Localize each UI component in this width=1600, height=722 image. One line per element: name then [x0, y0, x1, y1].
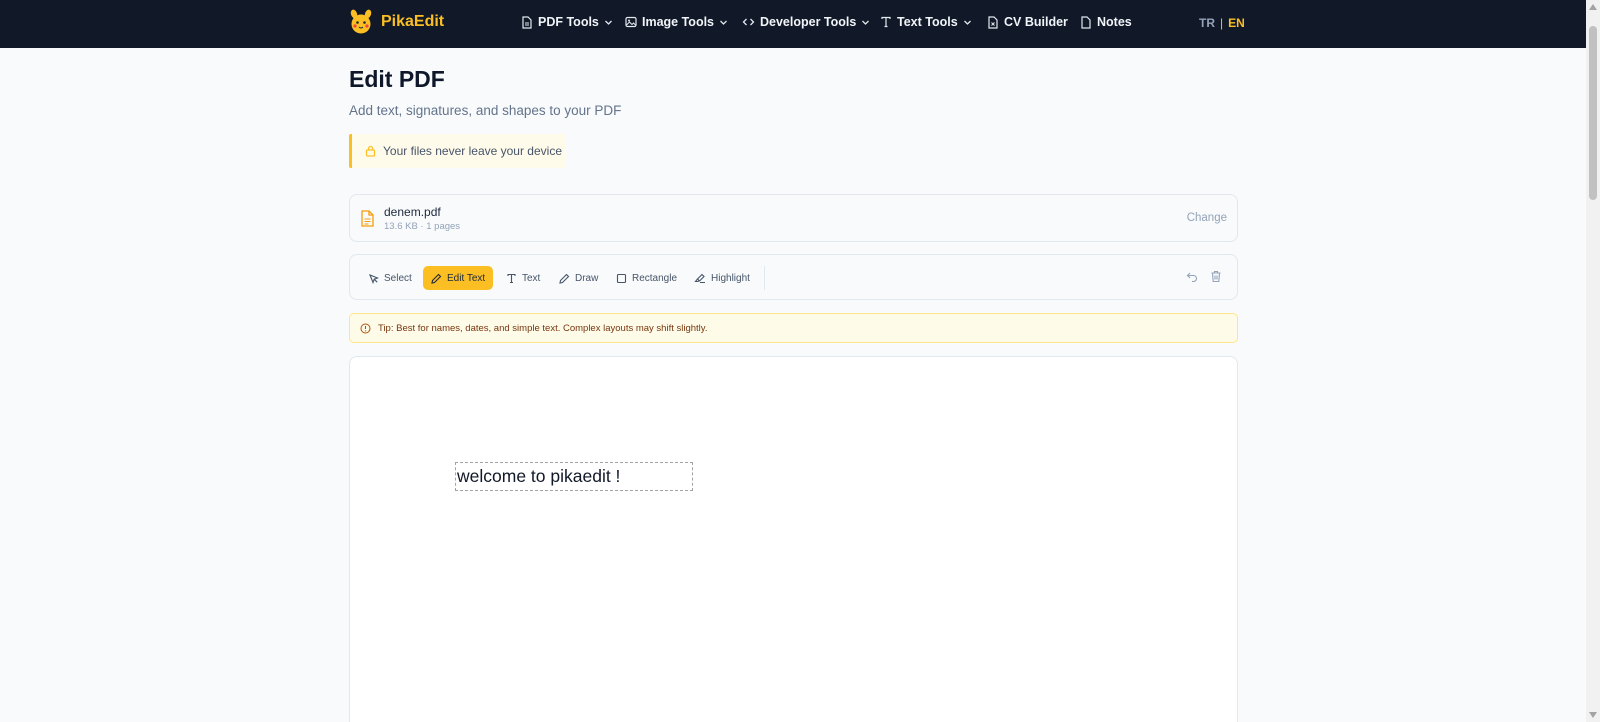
file-card: denem.pdf 13.6 KB · 1 pages Change: [349, 194, 1238, 242]
privacy-notice: Your files never leave your device: [349, 134, 565, 168]
nav-label: Image Tools: [642, 15, 715, 29]
tip-text: Tip: Best for names, dates, and simple t…: [378, 322, 708, 334]
image-icon: [625, 16, 637, 28]
chevron-down-icon: [862, 20, 870, 25]
nav-cv-builder[interactable]: CV Builder: [987, 15, 1068, 29]
undo-icon[interactable]: [1186, 270, 1198, 282]
tool-select[interactable]: Select: [360, 266, 420, 290]
file-meta: 13.6 KB · 1 pages: [384, 221, 461, 232]
tool-draw[interactable]: Draw: [551, 266, 606, 290]
nav-label: PDF Tools: [538, 15, 599, 29]
nav-notes[interactable]: Notes: [1080, 15, 1132, 29]
brand-name: PikaEdit: [381, 13, 445, 30]
privacy-text: Your files never leave your device: [383, 144, 562, 158]
highlighter-icon: [694, 273, 705, 283]
language-switcher: TR | EN: [1199, 16, 1245, 30]
tool-text[interactable]: Text: [498, 266, 548, 290]
change-file-button[interactable]: Change: [1187, 212, 1227, 224]
lang-en[interactable]: EN: [1228, 16, 1245, 30]
lang-separator: |: [1220, 16, 1224, 30]
editable-text-box[interactable]: welcome to pikaedit !: [455, 462, 693, 491]
chevron-down-icon: [720, 20, 727, 25]
tip-banner: Tip: Best for names, dates, and simple t…: [349, 313, 1238, 343]
pika-mascot-icon: [350, 9, 372, 34]
tool-label: Edit Text: [447, 272, 486, 284]
file-name: denem.pdf: [384, 205, 441, 219]
pencil-icon: [431, 273, 442, 284]
lock-icon: [365, 145, 376, 157]
file-icon: [522, 15, 532, 29]
top-navbar: PikaEdit PDF Tools Image Tools Developer…: [0, 0, 1600, 48]
chevron-down-icon: [963, 20, 971, 25]
nav-label: Notes: [1097, 15, 1132, 29]
brand-logo[interactable]: PikaEdit: [349, 9, 444, 35]
trash-icon[interactable]: [1210, 270, 1222, 283]
square-icon: [616, 273, 627, 283]
chevron-down-icon: [604, 20, 612, 25]
lang-tr[interactable]: TR: [1199, 16, 1215, 30]
edit-toolbar: Select Edit Text Text Draw Rectangle Hig…: [349, 254, 1238, 300]
scroll-up-arrow[interactable]: [1589, 4, 1597, 10]
document-icon: [361, 210, 374, 227]
code-icon: [742, 18, 755, 26]
nav-image-tools[interactable]: Image Tools: [625, 15, 728, 29]
page-scrollbar[interactable]: [1586, 0, 1600, 722]
type-icon: [507, 273, 516, 283]
nav-pdf-tools[interactable]: PDF Tools: [521, 15, 613, 29]
nav-label: Text Tools: [897, 15, 958, 29]
tool-label: Rectangle: [632, 272, 678, 284]
file-pdf-icon: [988, 15, 998, 29]
page-subtitle: Add text, signatures, and shapes to your…: [349, 103, 622, 118]
scroll-down-arrow[interactable]: [1589, 712, 1597, 718]
toolbar-divider: [764, 266, 765, 290]
tool-label: Select: [384, 272, 412, 284]
pen-icon: [559, 273, 570, 284]
tool-label: Draw: [575, 272, 599, 284]
nav-developer-tools[interactable]: Developer Tools: [742, 15, 870, 29]
nav-label: CV Builder: [1004, 15, 1068, 29]
nav-text-tools[interactable]: Text Tools: [880, 15, 972, 29]
tool-rectangle[interactable]: Rectangle: [608, 266, 685, 290]
note-icon: [1081, 15, 1091, 29]
pdf-canvas[interactable]: welcome to pikaedit !: [349, 356, 1238, 722]
tool-label: Text: [522, 272, 541, 284]
type-icon: [881, 16, 891, 28]
tool-label: Highlight: [711, 272, 750, 284]
cursor-icon: [369, 273, 379, 284]
tool-edit-text[interactable]: Edit Text: [423, 266, 494, 290]
page-title: Edit PDF: [349, 66, 445, 92]
nav-label: Developer Tools: [760, 15, 857, 29]
tool-highlight[interactable]: Highlight: [686, 266, 758, 290]
scroll-thumb[interactable]: [1589, 26, 1597, 200]
info-icon: [360, 323, 371, 333]
